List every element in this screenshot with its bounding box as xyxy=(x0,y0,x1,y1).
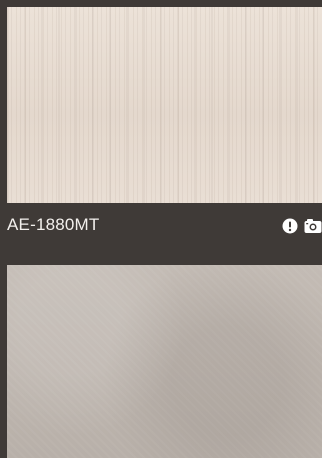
material-gallery: AE-1880MT xyxy=(0,0,322,458)
material-swatch-image[interactable] xyxy=(7,7,322,203)
material-code-label: AE-1880MT xyxy=(7,215,100,234)
info-icon[interactable] xyxy=(282,218,298,234)
camera-icon[interactable] xyxy=(304,218,322,234)
material-swatch-image[interactable] xyxy=(7,265,322,458)
